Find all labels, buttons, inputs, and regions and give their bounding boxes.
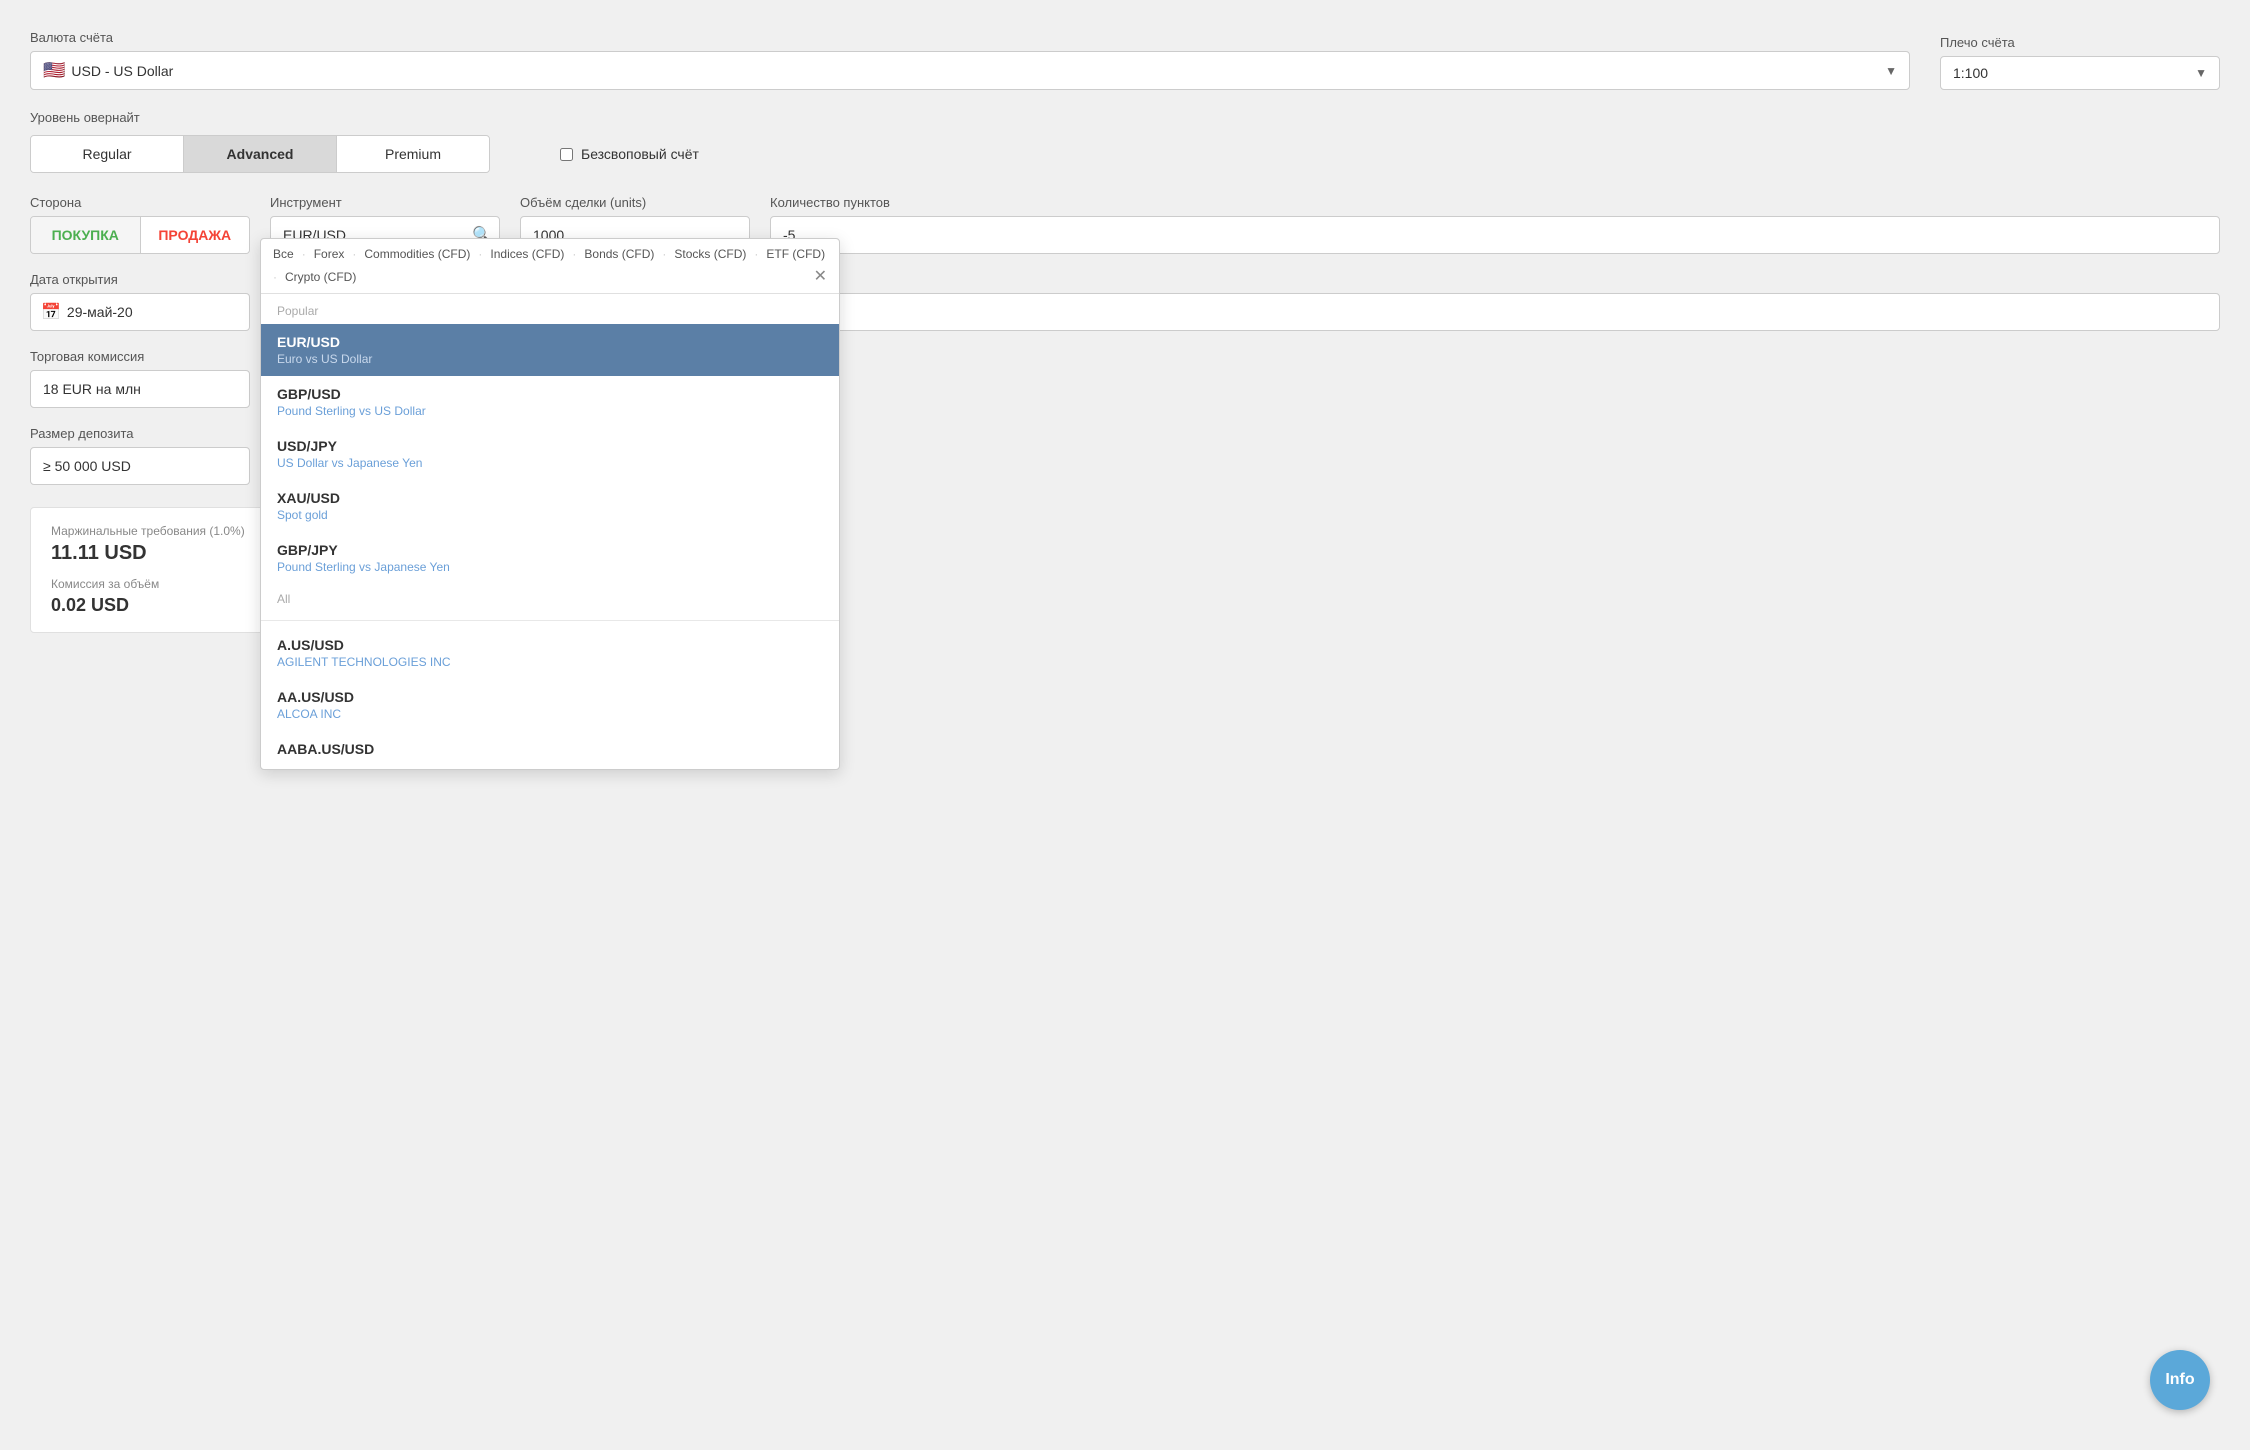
overnight-label: Уровень овернайт	[30, 110, 2220, 125]
tab-regular[interactable]: Regular	[31, 136, 184, 172]
volume-label: Объём сделки (units)	[520, 195, 750, 210]
overnight-section: Уровень овернайт Regular Advanced Premiu…	[30, 110, 2220, 173]
list-item[interactable]: AABA.US/USD	[261, 731, 839, 769]
side-buttons: ПОКУПКА ПРОДАЖА	[30, 216, 250, 254]
dropdown-body: Popular EUR/USD Euro vs US Dollar GBP/US…	[261, 294, 839, 769]
dropdown-divider	[261, 620, 839, 621]
currency-select[interactable]: USD - US Dollar	[71, 63, 1897, 79]
open-date-label: Дата открытия	[30, 272, 250, 287]
open-date-field-group: Дата открытия 📅	[30, 272, 250, 331]
sell-button[interactable]: ПРОДАЖА	[141, 217, 250, 253]
date-input[interactable]	[67, 294, 239, 330]
leverage-select-wrap[interactable]: 1:100 ▼	[1940, 56, 2220, 90]
filter-crypto[interactable]: Crypto (CFD)	[285, 270, 356, 284]
calendar-icon: 📅	[41, 302, 61, 322]
filter-forex[interactable]: Forex	[314, 247, 345, 261]
leverage-section: Плечо счёта 1:100 ▼	[1940, 35, 2220, 90]
filter-etf[interactable]: ETF (CFD)	[766, 247, 825, 261]
leverage-label: Плечо счёта	[1940, 35, 2220, 50]
item-name: AGILENT TECHNOLOGIES INC	[277, 655, 823, 669]
points-input[interactable]: -5	[770, 216, 2220, 254]
item-name: Spot gold	[277, 508, 823, 522]
list-item[interactable]: GBP/USD Pound Sterling vs US Dollar	[261, 376, 839, 428]
list-item[interactable]: GBP/JPY Pound Sterling vs Japanese Yen	[261, 532, 839, 584]
item-symbol: A.US/USD	[277, 637, 823, 653]
currency-section: Валюта счёта 🇺🇸 USD - US Dollar ▼	[30, 30, 1910, 90]
side-label: Сторона	[30, 195, 250, 210]
filter-stocks[interactable]: Stocks (CFD)	[674, 247, 746, 261]
points-field-group: Количество пунктов -5	[770, 195, 2220, 254]
item-symbol: GBP/USD	[277, 386, 823, 402]
filter-bonds[interactable]: Bonds (CFD)	[584, 247, 654, 261]
dropdown-filter-row: Все · Forex · Commodities (CFD) · Indice…	[261, 239, 839, 294]
currency-select-wrap[interactable]: 🇺🇸 USD - US Dollar ▼	[30, 51, 1910, 90]
tab-premium[interactable]: Premium	[337, 136, 489, 172]
list-item[interactable]: AA.US/USD ALCOA INC	[261, 679, 839, 731]
commission-value: 18 EUR на млн	[30, 370, 250, 408]
instrument-dropdown: Все · Forex · Commodities (CFD) · Indice…	[260, 238, 840, 770]
item-symbol: AABA.US/USD	[277, 741, 823, 757]
tab-advanced[interactable]: Advanced	[184, 136, 337, 172]
page-container: Валюта счёта 🇺🇸 USD - US Dollar ▼ Плечо …	[0, 0, 2250, 1450]
list-item[interactable]: USD/JPY US Dollar vs Japanese Yen	[261, 428, 839, 480]
overnight-checkbox-row: Безсвоповый счёт	[560, 146, 699, 162]
buy-button[interactable]: ПОКУПКА	[31, 217, 141, 253]
side-field-group: Сторона ПОКУПКА ПРОДАЖА	[30, 195, 250, 254]
overnight-row: Regular Advanced Premium Безсвоповый счё…	[30, 135, 2220, 173]
popular-label: Popular	[261, 294, 839, 324]
item-symbol: AA.US/USD	[277, 689, 823, 705]
filter-indices[interactable]: Indices (CFD)	[490, 247, 564, 261]
info-button[interactable]: Info	[2150, 1350, 2210, 1410]
overnight-checkbox[interactable]	[560, 148, 573, 161]
list-item[interactable]: XAU/USD Spot gold	[261, 480, 839, 532]
item-name: Pound Sterling vs US Dollar	[277, 404, 823, 418]
points-label: Количество пунктов	[770, 195, 2220, 210]
filter-commodities[interactable]: Commodities (CFD)	[364, 247, 470, 261]
item-symbol: XAU/USD	[277, 490, 823, 506]
top-row: Валюта счёта 🇺🇸 USD - US Dollar ▼ Плечо …	[30, 30, 2220, 90]
item-name: Euro vs US Dollar	[277, 352, 823, 366]
list-item[interactable]: EUR/USD Euro vs US Dollar	[261, 324, 839, 376]
instrument-label: Инструмент	[270, 195, 500, 210]
date-input-wrap: 📅	[30, 293, 250, 331]
deposit-value: ≥ 50 000 USD	[30, 447, 250, 485]
tab-group: Regular Advanced Premium	[30, 135, 490, 173]
currency-label: Валюта счёта	[30, 30, 1910, 45]
item-symbol: EUR/USD	[277, 334, 823, 350]
item-symbol: USD/JPY	[277, 438, 823, 454]
all-label: All	[261, 584, 839, 614]
dropdown-close-button[interactable]: ✕	[814, 269, 827, 285]
usd-flag-icon: 🇺🇸	[43, 60, 65, 81]
item-name: ALCOA INC	[277, 707, 823, 721]
leverage-select[interactable]: 1:100	[1953, 65, 2207, 81]
list-item[interactable]: A.US/USD AGILENT TECHNOLOGIES INC	[261, 627, 839, 679]
item-symbol: GBP/JPY	[277, 542, 823, 558]
filter-all[interactable]: Все	[273, 247, 294, 261]
overnight-checkbox-label[interactable]: Безсвоповый счёт	[581, 146, 699, 162]
item-name: Pound Sterling vs Japanese Yen	[277, 560, 823, 574]
item-name: US Dollar vs Japanese Yen	[277, 456, 823, 470]
